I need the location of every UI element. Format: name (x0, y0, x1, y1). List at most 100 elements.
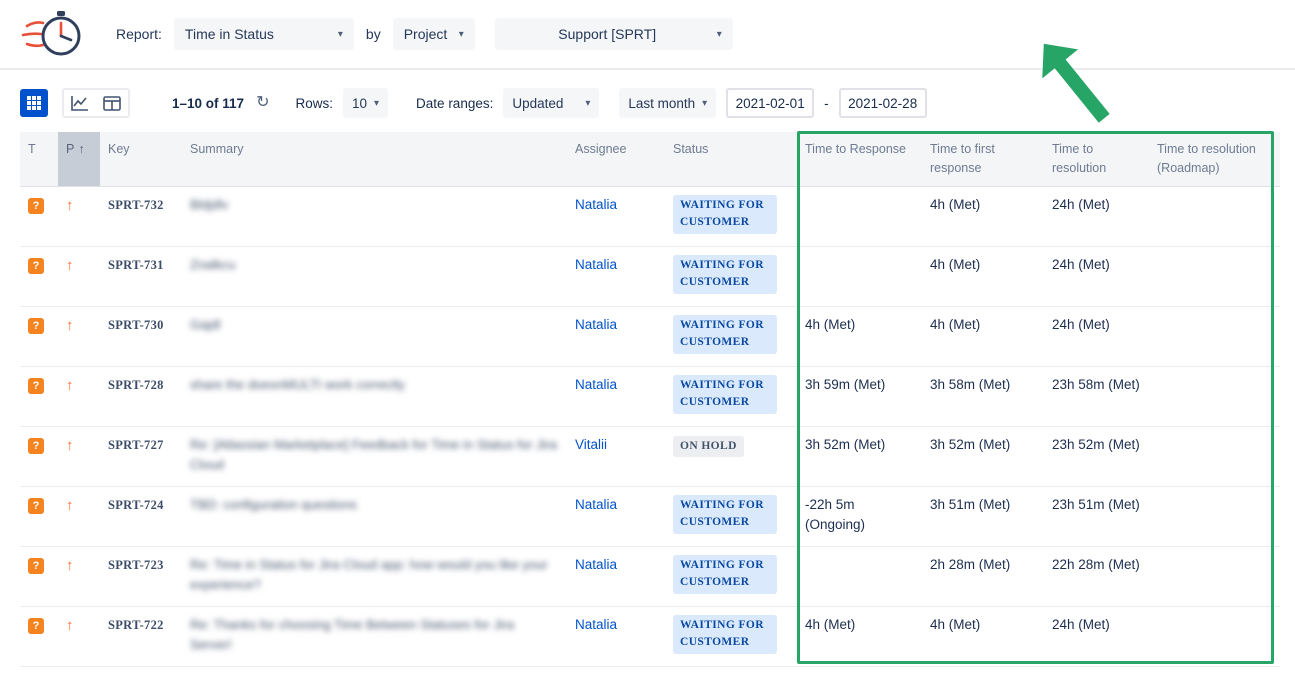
time-to-first-response-cell: 2h 28m (Met) (922, 546, 1044, 606)
priority-up-icon: ↑ (66, 317, 74, 334)
priority-up-icon: ↑ (66, 557, 74, 574)
time-to-resolution-roadmap-cell (1149, 306, 1280, 366)
time-to-resolution-cell: 24h (Met) (1044, 306, 1149, 366)
time-to-resolution-roadmap-cell (1149, 606, 1280, 666)
date-from-input[interactable] (726, 88, 814, 118)
issue-key: SPRT-732 (108, 198, 164, 212)
rows-per-page-value: 10 (352, 96, 367, 111)
by-label: by (366, 26, 381, 42)
date-range-preset-select[interactable]: Last month ▾ (619, 88, 716, 118)
col-header-key[interactable]: Key (100, 132, 182, 186)
time-to-first-response-cell: 3h 51m (Met) (922, 486, 1044, 546)
time-to-response-cell (797, 246, 922, 306)
time-to-resolution-roadmap-cell (1149, 186, 1280, 246)
rows-per-page-select[interactable]: 10 ▾ (343, 88, 388, 118)
time-to-resolution-roadmap-cell (1149, 366, 1280, 426)
summary-text-redacted: Znalkcu (190, 257, 236, 272)
priority-up-icon: ↑ (66, 617, 74, 634)
time-to-resolution-roadmap-cell (1149, 426, 1280, 486)
assignee-link[interactable]: Vitalii (575, 437, 607, 452)
issue-key: SPRT-723 (108, 558, 164, 572)
priority-up-icon: ↑ (66, 257, 74, 274)
time-to-resolution-roadmap-cell (1149, 246, 1280, 306)
col-header-type[interactable]: T (20, 132, 58, 186)
col-header-time-to-first-response[interactable]: Time to first response (922, 132, 1044, 186)
priority-up-icon: ↑ (66, 197, 74, 214)
issue-type-question-icon: ? (28, 618, 44, 634)
priority-up-icon: ↑ (66, 377, 74, 394)
assignee-link[interactable]: Natalia (575, 257, 617, 272)
time-to-response-cell: 3h 52m (Met) (797, 426, 922, 486)
time-to-resolution-cell: 23h 52m (Met) (1044, 426, 1149, 486)
table-header-row: T P↑ Key Summary Assignee Status Time to… (20, 132, 1280, 186)
issues-table: T P↑ Key Summary Assignee Status Time to… (20, 132, 1280, 667)
time-to-response-cell: -22h 5m (Ongoing) (797, 486, 922, 546)
issue-type-question-icon: ? (28, 498, 44, 514)
col-header-priority[interactable]: P↑ (58, 132, 100, 186)
status-badge: WAITING FOR CUSTOMER (673, 315, 777, 355)
summary-text-redacted: Gajdl (190, 317, 220, 332)
col-header-assignee[interactable]: Assignee (567, 132, 665, 186)
grid-view-button[interactable] (20, 89, 48, 117)
issue-type-question-icon: ? (28, 558, 44, 574)
date-to-input[interactable] (839, 88, 927, 118)
time-to-resolution-cell: 23h 51m (Met) (1044, 486, 1149, 546)
scope-select[interactable]: Project ▾ (393, 18, 475, 50)
col-header-time-to-resolution[interactable]: Time to resolution (1044, 132, 1149, 186)
report-type-value: Time in Status (185, 26, 274, 42)
status-badge: WAITING FOR CUSTOMER (673, 615, 777, 655)
board-view-button[interactable] (96, 90, 128, 116)
priority-header-label: P (66, 142, 74, 156)
date-ranges-label: Date ranges: (416, 96, 493, 111)
app-logo-stopwatch-icon (20, 8, 82, 60)
col-header-summary[interactable]: Summary (182, 132, 567, 186)
col-header-time-to-response[interactable]: Time to Response (797, 132, 922, 186)
assignee-link[interactable]: Natalia (575, 557, 617, 572)
date-range-preset-value: Last month (628, 96, 695, 111)
summary-text-redacted: Re: Thanks for choosing Time Between Sta… (190, 617, 514, 652)
time-to-first-response-cell: 4h (Met) (922, 306, 1044, 366)
toolbar: 1–10 of 117 ↻ Rows: 10 ▾ Date ranges: Up… (20, 88, 1275, 118)
project-select[interactable]: Support [SPRT] ▾ (495, 18, 733, 50)
time-to-response-cell (797, 546, 922, 606)
report-type-select[interactable]: Time in Status ▾ (174, 18, 354, 50)
view-switcher-group (62, 88, 130, 118)
time-to-resolution-cell: 24h (Met) (1044, 186, 1149, 246)
table-row: ? ↑ SPRT-723 Re: Time in Status for Jira… (20, 546, 1280, 606)
assignee-link[interactable]: Natalia (575, 497, 617, 512)
table-row: ? ↑ SPRT-731 Znalkcu Natalia WAITING FOR… (20, 246, 1280, 306)
chevron-down-icon: ▾ (459, 29, 464, 40)
assignee-link[interactable]: Natalia (575, 197, 617, 212)
issue-key: SPRT-727 (108, 438, 164, 452)
issue-type-question-icon: ? (28, 318, 44, 334)
refresh-icon[interactable]: ↻ (256, 95, 269, 111)
summary-text-redacted: Re: Time in Status for Jira Cloud app: h… (190, 557, 548, 592)
assignee-link[interactable]: Natalia (575, 617, 617, 632)
table-row: ? ↑ SPRT-722 Re: Thanks for choosing Tim… (20, 606, 1280, 666)
time-to-resolution-roadmap-cell (1149, 486, 1280, 546)
col-header-status[interactable]: Status (665, 132, 797, 186)
date-field-select[interactable]: Updated ▾ (503, 88, 599, 118)
summary-text-redacted: Re: [Atlassian Marketplace] Feedback for… (190, 437, 557, 472)
date-separator: - (824, 96, 829, 111)
table-row: ? ↑ SPRT-727 Re: [Atlassian Marketplace]… (20, 426, 1280, 486)
issue-key: SPRT-730 (108, 318, 164, 332)
time-to-resolution-cell: 24h (Met) (1044, 606, 1149, 666)
sort-ascending-icon: ↑ (78, 142, 84, 156)
table-row: ? ↑ SPRT-728 share the doesnMULTI work c… (20, 366, 1280, 426)
time-to-resolution-cell: 23h 58m (Met) (1044, 366, 1149, 426)
chart-view-button[interactable] (64, 90, 96, 116)
status-badge: WAITING FOR CUSTOMER (673, 555, 777, 595)
assignee-link[interactable]: Natalia (575, 377, 617, 392)
time-to-resolution-cell: 22h 28m (Met) (1044, 546, 1149, 606)
time-to-response-cell (797, 186, 922, 246)
table-row: ? ↑ SPRT-730 Gajdl Natalia WAITING FOR C… (20, 306, 1280, 366)
report-label: Report: (116, 26, 162, 42)
time-to-first-response-cell: 4h (Met) (922, 186, 1044, 246)
chevron-down-icon: ▾ (717, 29, 722, 40)
summary-text-redacted: Bldjdlv (190, 197, 228, 212)
assignee-link[interactable]: Natalia (575, 317, 617, 332)
rows-label: Rows: (295, 96, 333, 111)
col-header-time-to-resolution-roadmap[interactable]: Time to resolution (Roadmap) (1149, 132, 1280, 186)
status-badge: WAITING FOR CUSTOMER (673, 495, 777, 535)
